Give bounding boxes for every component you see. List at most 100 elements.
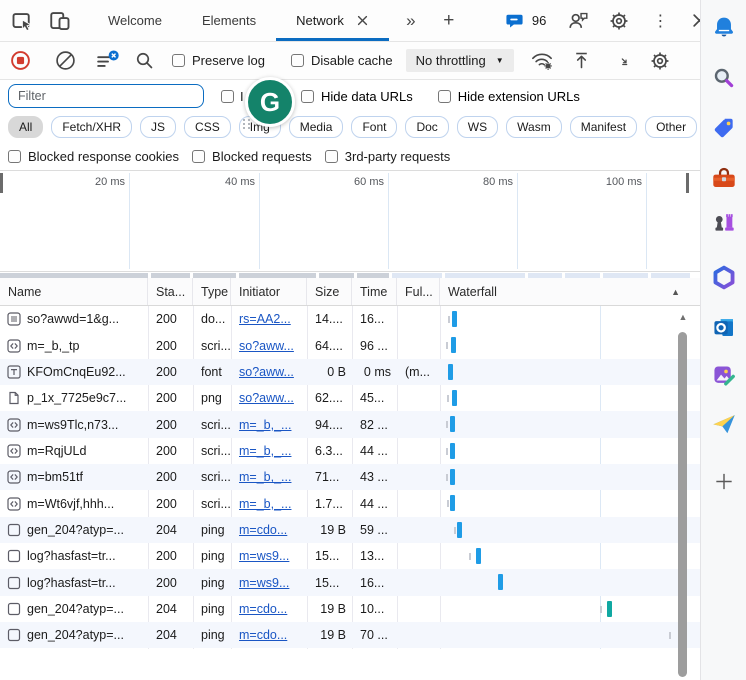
network-request-row[interactable]: gen_204?atyp=...204pingm=cdo...19 B70 ..… [0, 622, 700, 648]
network-request-row[interactable]: gen_204?atyp=...204pingm=cdo...19 B10... [0, 596, 700, 622]
new-tab-icon[interactable]: + [437, 9, 461, 33]
type-filter-chip-ws[interactable]: WS [457, 116, 498, 138]
network-request-row[interactable]: m=bm51tf200scri...m=_b,_...71...43 ... [0, 464, 700, 490]
network-request-row[interactable]: log?hasfast=tr...200pingm=ws9...15...16.… [0, 569, 700, 595]
request-name-cell[interactable]: m=_b,_tp [0, 339, 148, 353]
type-filter-chip-css[interactable]: CSS [184, 116, 231, 138]
device-toolbar-icon[interactable] [48, 9, 72, 33]
column-header-time[interactable]: Time [352, 278, 397, 305]
microsoft-365-icon[interactable] [710, 264, 737, 291]
initiator-link[interactable]: so?aww... [239, 365, 294, 379]
grammarly-widget[interactable]: G [245, 77, 295, 127]
settings-gear-icon[interactable] [607, 9, 631, 33]
outlook-icon[interactable] [710, 314, 737, 341]
initiator-link[interactable]: m=cdo... [239, 523, 287, 537]
initiator-link[interactable]: m=ws9... [239, 576, 289, 590]
request-name-cell[interactable]: gen_204?atyp=... [0, 628, 148, 642]
sort-ascending-icon[interactable]: ▲ [671, 287, 680, 297]
initiator-link[interactable]: rs=AA2... [239, 312, 291, 326]
export-har-icon[interactable] [613, 49, 637, 73]
request-name-cell[interactable]: log?hasfast=tr... [0, 549, 148, 563]
initiator-link[interactable]: m=_b,_... [239, 497, 291, 511]
request-name-cell[interactable]: KFOmCnqEu92... [0, 365, 148, 379]
shopping-tag-icon[interactable] [711, 115, 737, 141]
column-header-ful[interactable]: Ful... [397, 278, 440, 305]
network-request-row[interactable]: so?awwd=1&g...200do...rs=AA2...14....16.… [0, 306, 700, 332]
request-name-cell[interactable]: p_1x_7725e9c7... [0, 391, 148, 405]
initiator-link[interactable]: m=_b,_... [239, 444, 291, 458]
type-filter-chip-doc[interactable]: Doc [405, 116, 448, 138]
column-header-sta[interactable]: Sta... [148, 278, 193, 305]
request-name-cell[interactable]: log?hasfast=tr... [0, 576, 148, 590]
initiator-link[interactable]: m=_b,_... [239, 470, 291, 484]
import-har-icon[interactable] [570, 49, 594, 73]
type-filter-chip-other[interactable]: Other [645, 116, 697, 138]
network-request-row[interactable]: gen_204?atyp=...204pingm=cdo...19 B59 ..… [0, 517, 700, 543]
network-request-row[interactable]: m=RqjULd200scri...m=_b,_...6.3...44 ... [0, 438, 700, 464]
disable-cache-checkbox[interactable] [291, 54, 304, 67]
clear-network-log-icon[interactable] [53, 49, 77, 73]
initiator-link[interactable]: so?aww... [239, 391, 294, 405]
preserve-log-checkbox[interactable] [172, 54, 185, 67]
hide-data-urls-checkbox[interactable] [301, 90, 314, 103]
initiator-link[interactable]: m=cdo... [239, 602, 287, 616]
more-tabs-icon[interactable]: » [399, 9, 423, 33]
column-header-size[interactable]: Size [307, 278, 352, 305]
record-network-log-icon[interactable] [8, 49, 32, 73]
column-header-name[interactable]: Name [0, 278, 148, 305]
type-filter-chip-manifest[interactable]: Manifest [570, 116, 637, 138]
games-chess-icon[interactable] [710, 209, 737, 236]
request-name-cell[interactable]: m=ws9Tlc,n73... [0, 418, 148, 432]
search-icon[interactable] [132, 49, 156, 73]
type-filter-chip-media[interactable]: Media [289, 116, 344, 138]
network-settings-gear-icon[interactable] [648, 49, 672, 73]
hide-extension-urls-checkbox[interactable] [438, 90, 451, 103]
feedback-icon[interactable] [566, 9, 590, 33]
filter-input[interactable] [8, 84, 204, 108]
tab-elements[interactable]: Elements [182, 0, 276, 41]
overview-drag-handle[interactable] [686, 173, 689, 193]
invert-checkbox[interactable] [221, 90, 234, 103]
inspect-element-icon[interactable] [10, 9, 34, 33]
image-creator-icon[interactable] [710, 362, 737, 389]
blocked-requests-checkbox[interactable] [192, 150, 205, 163]
more-options-icon[interactable]: ⋮ [648, 9, 672, 33]
3rd-party-requests-checkbox[interactable] [325, 150, 338, 163]
type-filter-chip-font[interactable]: Font [351, 116, 397, 138]
column-header-initiator[interactable]: Initiator [231, 278, 307, 305]
customize-sidebar-plus-icon[interactable] [712, 470, 735, 493]
initiator-link[interactable]: m=cdo... [239, 628, 287, 642]
tab-welcome[interactable]: Welcome [88, 0, 182, 41]
column-header-type[interactable]: Type [193, 278, 231, 305]
filter-toggle-icon[interactable] [96, 49, 120, 73]
type-filter-chip-js[interactable]: JS [140, 116, 176, 138]
toolbox-icon[interactable] [710, 165, 737, 192]
request-name-cell[interactable]: m=RqjULd [0, 444, 148, 458]
initiator-link[interactable]: m=_b,_... [239, 418, 291, 432]
close-tab-icon[interactable] [356, 14, 369, 27]
request-name-cell[interactable]: gen_204?atyp=... [0, 602, 148, 616]
table-scrollbar[interactable]: ▲ [676, 306, 690, 680]
network-request-row[interactable]: m=Wt6vjf,hhh...200scri...m=_b,_...1.7...… [0, 490, 700, 516]
network-request-row[interactable]: m=_b,_tp200scri...so?aww...64....96 ... [0, 332, 700, 358]
network-request-row[interactable]: log?hasfast=tr...200pingm=ws9...15...13.… [0, 543, 700, 569]
initiator-link[interactable]: m=ws9... [239, 549, 289, 563]
overview-timeline[interactable]: 20 ms40 ms60 ms80 ms100 ms [0, 170, 700, 272]
network-conditions-icon[interactable] [530, 49, 554, 73]
request-name-cell[interactable]: m=bm51tf [0, 470, 148, 484]
chat-badge[interactable]: 96 [503, 9, 546, 33]
search-icon[interactable] [711, 65, 737, 91]
tab-network[interactable]: Network [276, 0, 389, 41]
request-name-cell[interactable]: so?awwd=1&g... [0, 312, 148, 326]
blocked-response-cookies-checkbox[interactable] [8, 150, 21, 163]
network-request-row[interactable]: m=ws9Tlc,n73...200scri...m=_b,_...94....… [0, 411, 700, 437]
initiator-link[interactable]: so?aww... [239, 339, 294, 353]
overview-drag-handle[interactable] [0, 173, 3, 193]
grammarly-drag-handle-icon[interactable] [243, 119, 251, 129]
column-header-waterfall[interactable]: Waterfall▲ [440, 278, 700, 305]
network-request-row[interactable]: p_1x_7725e9c7...200pngso?aww...62....45.… [0, 385, 700, 411]
network-overview[interactable]: 20 ms40 ms60 ms80 ms100 ms [0, 170, 700, 278]
request-name-cell[interactable]: gen_204?atyp=... [0, 523, 148, 537]
request-name-cell[interactable]: m=Wt6vjf,hhh... [0, 497, 148, 511]
type-filter-chip-wasm[interactable]: Wasm [506, 116, 562, 138]
